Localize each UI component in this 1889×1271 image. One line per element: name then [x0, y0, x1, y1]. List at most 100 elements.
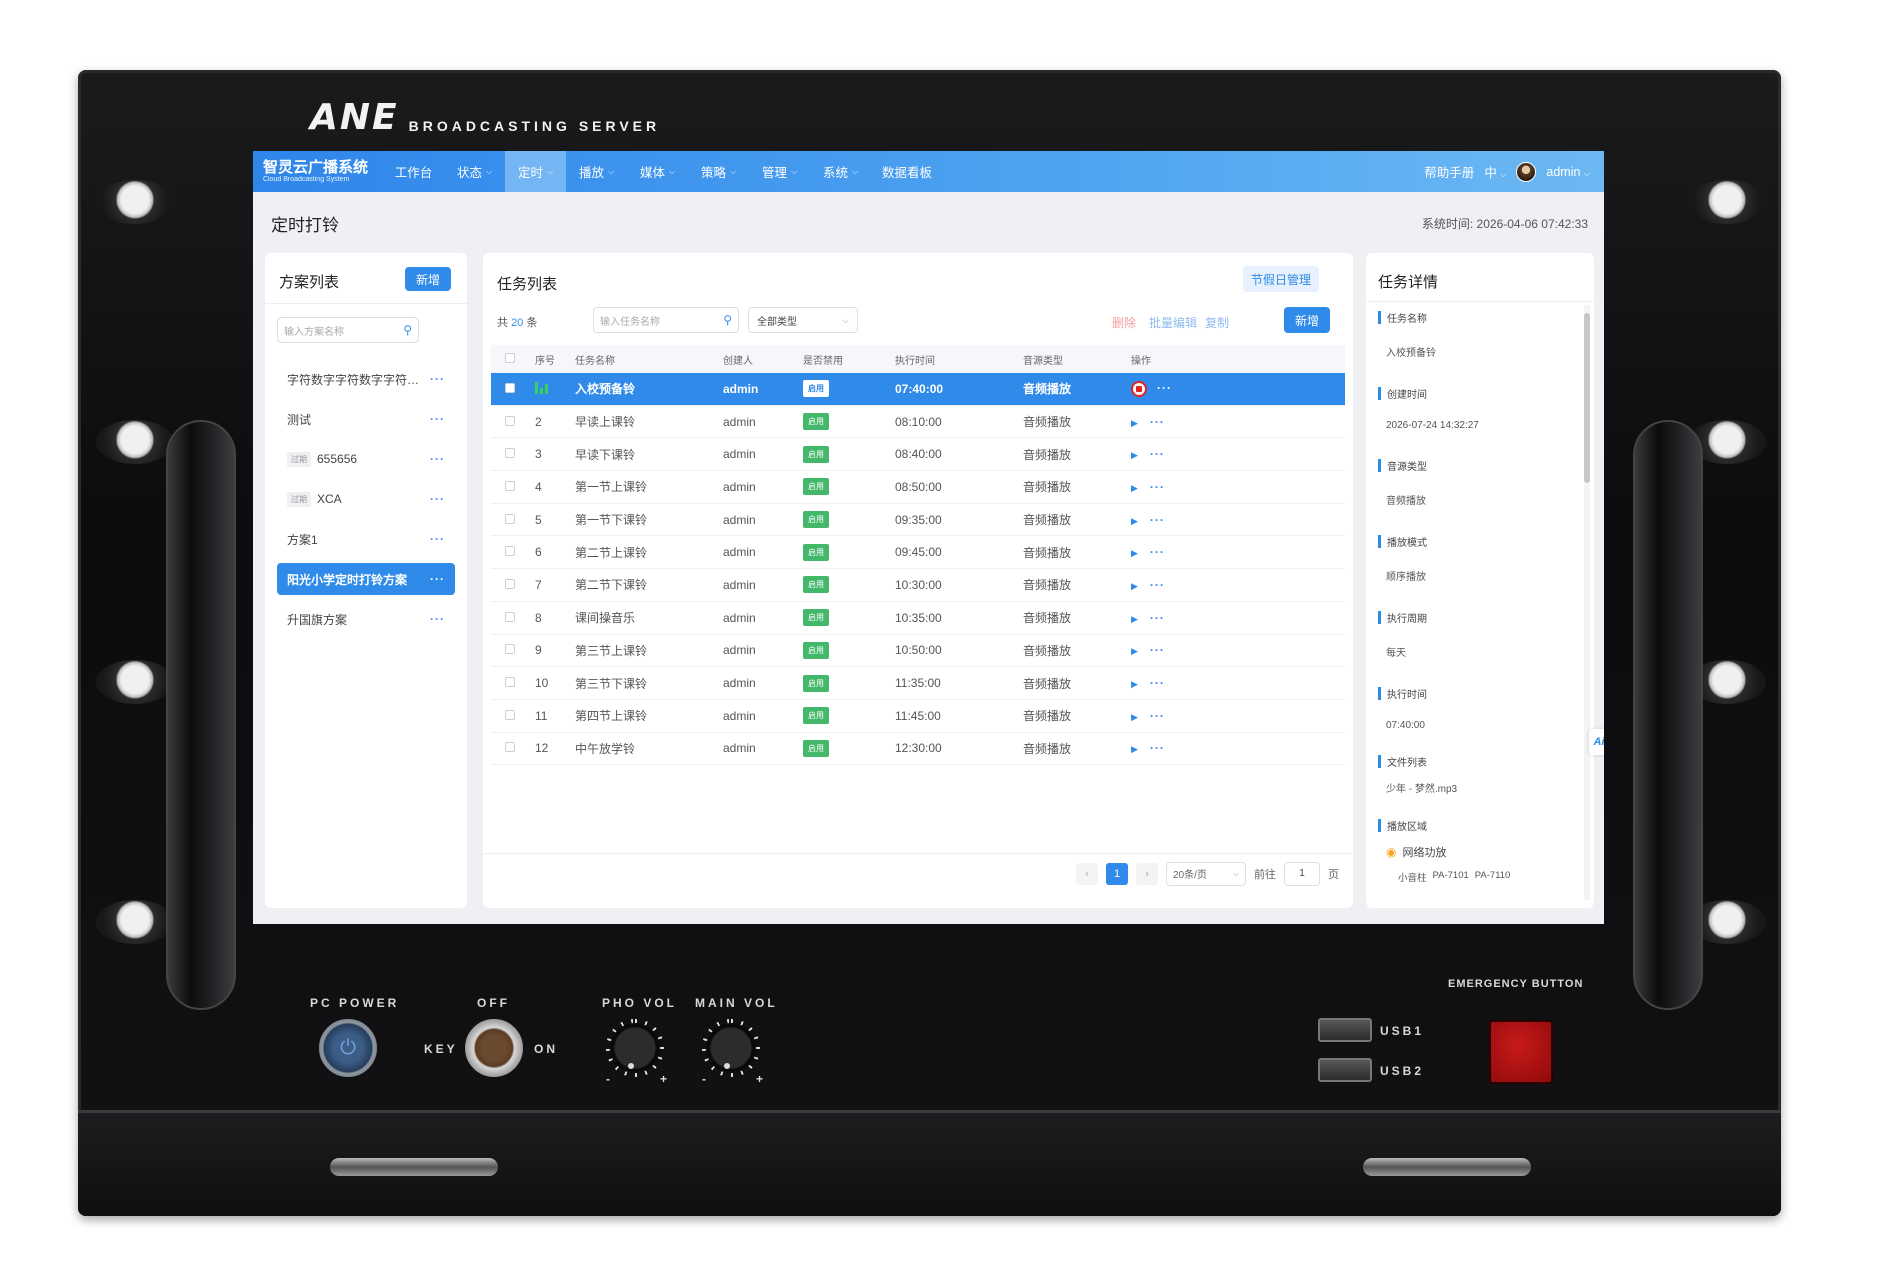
plan-item[interactable]: 升国旗方案 ···: [277, 603, 455, 635]
table-row[interactable]: 8 课间操音乐 admin 启用 10:35:00 音频播放 ▶ ···: [491, 602, 1345, 635]
holiday-manage-button[interactable]: 节假日管理: [1243, 266, 1319, 292]
goto-page-input[interactable]: 1: [1284, 861, 1320, 886]
pho-vol-knob[interactable]: [604, 1017, 666, 1079]
table-row[interactable]: 12 中午放学铃 admin 启用 12:30:00 音频播放 ▶ ···: [491, 733, 1345, 766]
nav-media[interactable]: 媒体 ⌵: [627, 151, 688, 192]
more-icon[interactable]: ···: [430, 572, 445, 586]
page-size-select[interactable]: 20条/页 ⌵: [1166, 861, 1246, 886]
copy-button[interactable]: 复制: [1205, 314, 1229, 331]
row-checkbox[interactable]: [505, 382, 515, 396]
delete-button[interactable]: 删除: [1112, 314, 1136, 331]
more-icon[interactable]: ···: [1150, 676, 1165, 690]
table-row[interactable]: 11 第四节上课铃 admin 启用 11:45:00 音频播放 ▶ ···: [491, 700, 1345, 733]
batch-edit-button[interactable]: 批量编辑: [1149, 314, 1197, 331]
nav-status[interactable]: 状态 ⌵: [444, 151, 505, 192]
page-number[interactable]: 1: [1106, 862, 1128, 885]
status-badge[interactable]: 启用: [803, 739, 829, 757]
next-page-button[interactable]: ›: [1136, 862, 1158, 885]
play-icon[interactable]: ▶: [1131, 646, 1138, 656]
row-checkbox[interactable]: [505, 447, 515, 461]
row-checkbox[interactable]: [505, 611, 515, 625]
status-badge[interactable]: 启用: [803, 641, 829, 659]
status-badge[interactable]: 启用: [803, 445, 829, 463]
status-badge[interactable]: 启用: [803, 707, 829, 725]
more-icon[interactable]: ···: [1150, 709, 1165, 723]
status-badge[interactable]: 启用: [803, 609, 829, 627]
more-icon[interactable]: ···: [430, 612, 445, 626]
status-badge[interactable]: 启用: [803, 576, 829, 594]
main-vol-knob[interactable]: [700, 1017, 762, 1079]
status-badge[interactable]: 启用: [803, 380, 829, 398]
play-icon[interactable]: ▶: [1131, 418, 1138, 428]
table-row[interactable]: 13下午入校预备铃admin启用14:00:00音频播放▶···: [491, 765, 1345, 773]
status-badge[interactable]: 启用: [803, 674, 829, 692]
key-switch[interactable]: [463, 1017, 525, 1079]
row-checkbox[interactable]: [505, 513, 515, 527]
search-icon[interactable]: ⚲: [723, 313, 732, 327]
more-icon[interactable]: ···: [1150, 611, 1165, 625]
task-search-input[interactable]: 输入任务名称 ⚲: [593, 307, 739, 333]
nav-strategy[interactable]: 策略 ⌵: [688, 151, 749, 192]
table-row[interactable]: 6 第二节上课铃 admin 启用 09:45:00 音频播放 ▶ ···: [491, 536, 1345, 570]
play-icon[interactable]: ▶: [1131, 483, 1138, 493]
table-row[interactable]: 2 早读上课铃 admin 启用 08:10:00 音频播放 ▶ ···: [491, 406, 1345, 439]
add-plan-button[interactable]: 新增: [405, 267, 451, 291]
more-icon[interactable]: ···: [1150, 545, 1165, 559]
nav-play[interactable]: 播放 ⌵: [566, 151, 627, 192]
detail-scrollbar-thumb[interactable]: [1584, 313, 1590, 483]
row-checkbox[interactable]: [505, 676, 515, 690]
type-select[interactable]: 全部类型 ⌵: [748, 307, 858, 333]
language-switch[interactable]: 中 ⌵: [1484, 162, 1506, 181]
row-checkbox[interactable]: [505, 709, 515, 723]
more-icon[interactable]: ···: [430, 372, 445, 386]
nav-dashboard[interactable]: 数据看板: [871, 151, 943, 192]
stop-icon[interactable]: [1131, 380, 1147, 397]
table-row[interactable]: 4 第一节上课铃 admin 启用 08:50:00 音频播放 ▶ ···: [491, 471, 1345, 504]
user-menu[interactable]: admin ⌵: [1546, 165, 1590, 179]
play-icon[interactable]: ▶: [1131, 679, 1138, 689]
table-row[interactable]: 10 第三节下课铃 admin 启用 11:35:00 音频播放 ▶ ···: [491, 667, 1345, 700]
more-icon[interactable]: ···: [1157, 381, 1172, 395]
play-icon[interactable]: ▶: [1131, 450, 1138, 460]
more-icon[interactable]: ···: [1150, 480, 1165, 494]
search-icon[interactable]: ⚲: [403, 323, 412, 337]
emergency-button[interactable]: [1491, 1022, 1551, 1082]
nav-workbench[interactable]: 工作台: [383, 151, 444, 192]
more-icon[interactable]: ···: [1150, 513, 1165, 527]
plan-search-input[interactable]: 输入方案名称 ⚲: [277, 317, 419, 343]
select-all-checkbox[interactable]: [505, 352, 515, 366]
table-row[interactable]: 入校预备铃 admin 启用 07:40:00 音频播放 ···: [491, 373, 1345, 406]
row-checkbox[interactable]: [505, 480, 515, 494]
more-icon[interactable]: ···: [1150, 578, 1165, 592]
avatar[interactable]: [1516, 161, 1537, 182]
play-icon[interactable]: ▶: [1131, 744, 1138, 754]
row-checkbox[interactable]: [505, 741, 515, 755]
pc-power-button[interactable]: ⏻: [317, 1017, 379, 1079]
more-icon[interactable]: ···: [430, 412, 445, 426]
plan-item[interactable]: 方案1 ···: [277, 523, 455, 555]
nav-schedule[interactable]: 定时 ⌵: [505, 151, 566, 192]
play-icon[interactable]: ▶: [1131, 614, 1138, 624]
row-checkbox[interactable]: [505, 578, 515, 592]
more-icon[interactable]: ···: [1150, 741, 1165, 755]
plan-item[interactable]: 字符数字字符数字字符数字字符数字···: [277, 363, 455, 395]
plan-item[interactable]: 测试 ···: [277, 403, 455, 435]
row-checkbox[interactable]: [505, 545, 515, 559]
plan-item-selected[interactable]: 阳光小学定时打铃方案 ···: [277, 563, 455, 595]
more-icon[interactable]: ···: [430, 452, 445, 466]
status-badge[interactable]: 启用: [803, 511, 829, 529]
play-icon[interactable]: ▶: [1131, 548, 1138, 558]
help-manual-link[interactable]: 帮助手册: [1424, 162, 1474, 181]
more-icon[interactable]: ···: [1150, 447, 1165, 461]
add-task-button[interactable]: 新增: [1284, 307, 1330, 333]
table-row[interactable]: 9 第三节上课铃 admin 启用 10:50:00 音频播放 ▶ ···: [491, 635, 1345, 668]
table-row[interactable]: 3 早读下课铃 admin 启用 08:40:00 音频播放 ▶ ···: [491, 438, 1345, 472]
plan-item[interactable]: 过期 XCA ···: [277, 483, 455, 515]
nav-system[interactable]: 系统 ⌵: [810, 151, 871, 192]
ai-assistant-button[interactable]: Ai: [1589, 729, 1604, 755]
status-badge[interactable]: 启用: [803, 413, 829, 431]
status-badge[interactable]: 启用: [803, 478, 829, 496]
prev-page-button[interactable]: ‹: [1076, 862, 1098, 885]
play-icon[interactable]: ▶: [1131, 516, 1138, 526]
plan-item[interactable]: 过期 655656 ···: [277, 443, 455, 475]
